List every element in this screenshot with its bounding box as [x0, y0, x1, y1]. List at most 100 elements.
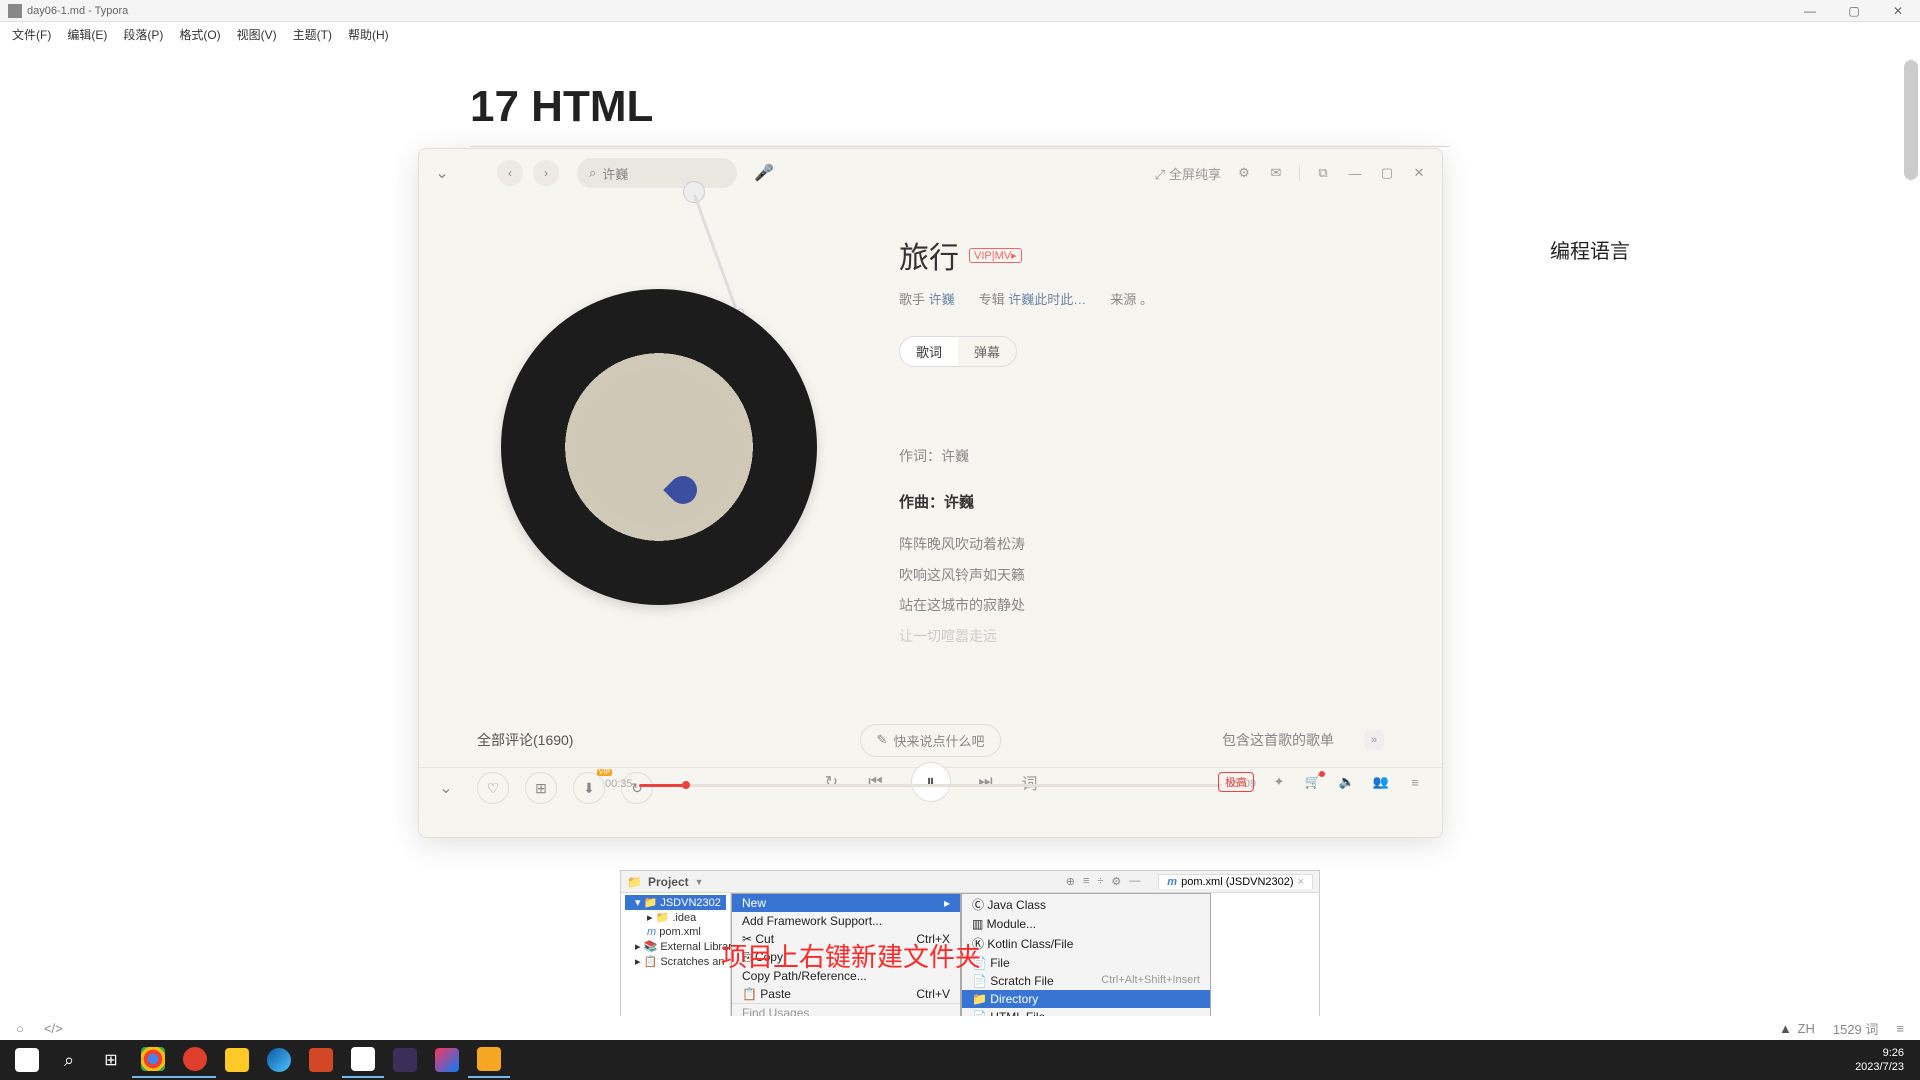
typora-statusbar: ○ </> ▲ ZH 1529 词 ≡ — [0, 1016, 1920, 1040]
menu-edit[interactable]: 编辑(E) — [59, 24, 115, 45]
tree-item[interactable]: m pom.xml — [625, 925, 726, 939]
vinyl-record[interactable] — [501, 289, 817, 605]
menu-view[interactable]: 视图(V) — [229, 24, 285, 45]
menu-kotlin[interactable]: Ⓚ Kotlin Class/File — [962, 933, 1210, 954]
nav-back-button[interactable]: ‹ — [497, 160, 523, 186]
menu-copy[interactable]: ⎘ Copy — [732, 948, 960, 967]
tree-item[interactable]: ▸ 📋 Scratches an — [625, 954, 726, 969]
settings-icon[interactable]: ⚙ — [1235, 164, 1253, 182]
lyrics-toggle[interactable]: 词 — [1021, 773, 1039, 791]
tool-icon[interactable]: ÷ — [1097, 875, 1103, 888]
mini-mode-icon[interactable]: ⧉ — [1314, 164, 1332, 182]
comments-bar: 全部评论(1690) ✎ 快来说点什么吧 包含这首歌的歌单 » — [419, 713, 1442, 767]
search-button[interactable]: ⌕ — [48, 1042, 90, 1078]
comments-count[interactable]: 全部评论(1690) — [477, 730, 573, 750]
menu-copy-path[interactable]: Copy Path/Reference... — [732, 967, 960, 985]
taskbar-typora[interactable] — [342, 1042, 384, 1078]
maximize-icon[interactable]: ▢ — [1378, 164, 1396, 182]
close-button[interactable]: ✕ — [1876, 0, 1920, 22]
scrollbar-thumb[interactable] — [1904, 60, 1918, 180]
start-button[interactable] — [6, 1042, 48, 1078]
menu-java-class[interactable]: Ⓒ Java Class — [962, 894, 1210, 915]
prev-track-button[interactable]: ⏮ — [867, 773, 885, 791]
progress-bar[interactable] — [639, 784, 1222, 787]
menu-format[interactable]: 格式(O) — [171, 24, 228, 45]
taskbar-intellij[interactable] — [426, 1042, 468, 1078]
windows-taskbar: ⌕ ⊞ 9:26 2023/7/23 — [0, 1040, 1920, 1080]
maximize-button[interactable]: ▢ — [1832, 0, 1876, 22]
project-label[interactable]: Project — [648, 875, 689, 889]
source-mode-icon[interactable]: </> — [44, 1021, 63, 1036]
menu-directory[interactable]: 📁 Directory — [962, 990, 1210, 1008]
loop-icon[interactable]: ↻ — [823, 773, 841, 791]
close-icon[interactable]: ✕ — [1410, 164, 1428, 182]
write-comment-input[interactable]: ✎ 快来说点什么吧 — [860, 724, 1002, 757]
lyrics-panel[interactable]: 作词：许巍 作曲：许巍 阵阵晚风吹动着松涛 吹响这风铃声如天籁 站在这城市的寂静… — [899, 441, 1412, 652]
cart-icon[interactable]: 🛒 — [1304, 773, 1322, 791]
volume-icon[interactable]: 🔈 — [1338, 773, 1356, 791]
pause-button[interactable]: ⏸ — [911, 762, 951, 802]
collapse-player-icon[interactable]: ⌄ — [437, 776, 461, 800]
vip-badge[interactable]: VIP|MV▸ — [969, 248, 1022, 263]
outline-icon[interactable]: ○ — [16, 1021, 24, 1036]
folder-icon: 📁 — [627, 875, 642, 889]
status-warning[interactable]: ▲ ZH — [1779, 1021, 1815, 1036]
taskbar-wps[interactable] — [300, 1042, 342, 1078]
taskbar-app-red[interactable] — [174, 1042, 216, 1078]
collect-button[interactable]: ⊞ — [525, 772, 557, 804]
tab-danmu[interactable]: 弹幕 — [958, 337, 1016, 366]
tree-item[interactable]: ▸ 📚 External Librar — [625, 939, 726, 954]
lyric-line: 作词：许巍 — [899, 441, 1412, 472]
singer-link[interactable]: 许巍 — [929, 292, 955, 307]
tool-icon[interactable]: ⊕ — [1066, 875, 1075, 888]
tab-lyrics[interactable]: 歌词 — [900, 337, 958, 366]
tool-icon[interactable]: ⚙ — [1111, 875, 1121, 888]
next-track-button[interactable]: ⏭ — [977, 773, 995, 791]
tree-root[interactable]: ▾ 📁 JSDVN2302 — [625, 895, 726, 910]
album-link[interactable]: 许巍此时此… — [1008, 292, 1086, 307]
heading-1[interactable]: 17 HTML — [470, 82, 1550, 132]
menu-help[interactable]: 帮助(H) — [340, 24, 397, 45]
minimize-icon[interactable]: — — [1346, 164, 1364, 182]
tree-item[interactable]: ▸ 📁 .idea — [625, 910, 726, 925]
typora-menubar: 文件(F) 编辑(E) 段落(P) 格式(O) 视图(V) 主题(T) 帮助(H… — [0, 22, 1920, 46]
effects-icon[interactable]: ✦ — [1270, 773, 1288, 791]
menu-paragraph[interactable]: 段落(P) — [115, 24, 171, 45]
menu-file[interactable]: 📄 File — [962, 954, 1210, 972]
song-meta: 歌手 许巍 专辑 许巍此时此… 来源 。 — [899, 289, 1412, 308]
menu-file[interactable]: 文件(F) — [4, 24, 59, 45]
menu-cut[interactable]: ✂ CutCtrl+X — [732, 930, 960, 948]
editor-tab[interactable]: mpom.xml (JSDVN2302)× — [1158, 874, 1313, 889]
nav-forward-button[interactable]: › — [533, 160, 559, 186]
taskbar-explorer[interactable] — [216, 1042, 258, 1078]
playlist-label[interactable]: 包含这首歌的歌单 — [1222, 730, 1334, 750]
status-menu-icon[interactable]: ≡ — [1896, 1021, 1904, 1036]
minimize-button[interactable]: — — [1788, 0, 1832, 22]
song-title: 旅行 VIP|MV▸ — [899, 233, 1412, 277]
search-icon: ⌕ — [589, 165, 596, 181]
menu-scratch[interactable]: 📄 Scratch FileCtrl+Alt+Shift+Insert — [962, 972, 1210, 990]
taskbar-app-purple[interactable] — [384, 1042, 426, 1078]
mail-icon[interactable]: ✉ — [1267, 164, 1285, 182]
menu-theme[interactable]: 主题(T) — [285, 24, 340, 45]
menu-paste[interactable]: 📋 PasteCtrl+V — [732, 985, 960, 1003]
word-count[interactable]: 1529 词 — [1833, 1019, 1879, 1038]
download-button[interactable]: ⬇ — [573, 772, 605, 804]
together-icon[interactable]: 👥 — [1372, 773, 1390, 791]
tool-icon[interactable]: ≡ — [1083, 875, 1089, 888]
playlist-icon[interactable]: ≡ — [1406, 773, 1424, 791]
quality-badge[interactable]: 极高 — [1218, 772, 1254, 792]
fullscreen-label[interactable]: ⤢全屏纯享 — [1155, 164, 1221, 183]
taskbar-edge[interactable] — [258, 1042, 300, 1078]
taskbar-music[interactable] — [468, 1042, 510, 1078]
menu-module[interactable]: ▥ Module... — [962, 915, 1210, 933]
system-tray[interactable]: 9:26 2023/7/23 — [1855, 1046, 1914, 1075]
task-view-button[interactable]: ⊞ — [90, 1042, 132, 1078]
expand-icon[interactable]: » — [1364, 730, 1384, 750]
tool-icon[interactable]: — — [1129, 875, 1140, 888]
collapse-icon[interactable]: ⌄ — [433, 161, 457, 185]
menu-new[interactable]: New — [732, 894, 960, 912]
like-button[interactable]: ♡ — [477, 772, 509, 804]
menu-add-framework[interactable]: Add Framework Support... — [732, 912, 960, 930]
taskbar-chrome[interactable] — [132, 1042, 174, 1078]
